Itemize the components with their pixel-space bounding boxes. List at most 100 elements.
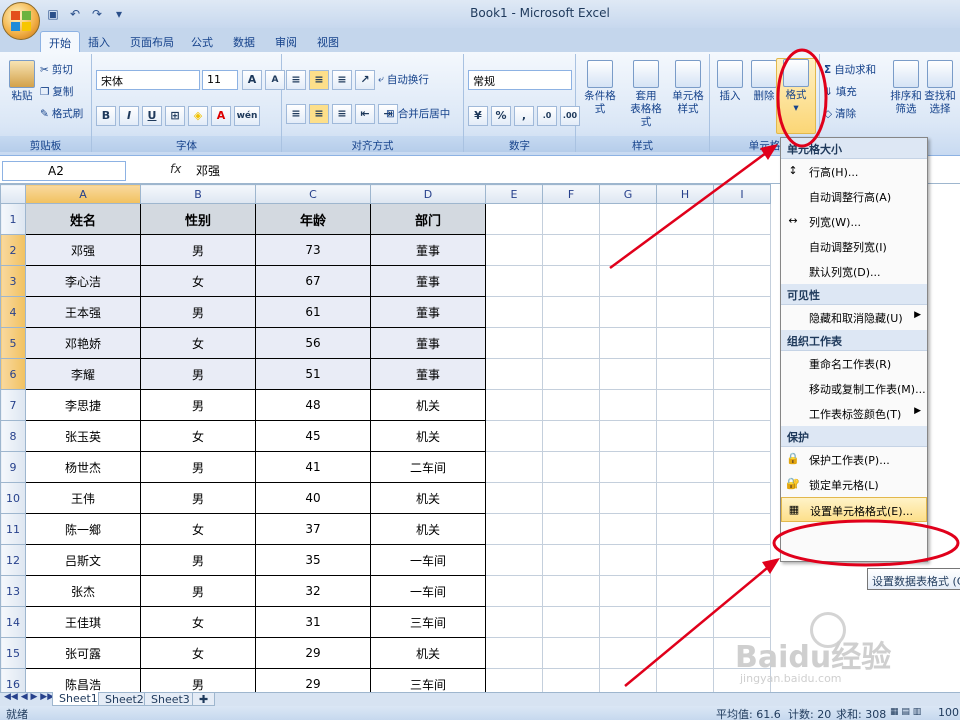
data-cell[interactable]: 邓强 (25, 234, 141, 266)
empty-cell[interactable] (485, 575, 543, 607)
data-cell[interactable]: 56 (255, 327, 371, 359)
data-cell[interactable]: 王本强 (25, 296, 141, 328)
data-cell[interactable]: 35 (255, 544, 371, 576)
tab-view[interactable]: 视图 (309, 31, 347, 52)
empty-cell[interactable] (542, 203, 600, 235)
align-center-icon[interactable]: ≡ (309, 104, 329, 124)
data-cell[interactable]: 李心洁 (25, 265, 141, 297)
empty-cell[interactable] (485, 420, 543, 452)
menu-item-autofit-column[interactable]: 自动调整列宽(I) (781, 234, 927, 259)
empty-cell[interactable] (542, 296, 600, 328)
menu-item-format-cells[interactable]: ▦ 设置单元格格式(E)... (781, 497, 927, 522)
column-header-e[interactable]: E (485, 184, 543, 204)
menu-item-rename-sheet[interactable]: 重命名工作表(R) (781, 351, 927, 376)
align-left-icon[interactable]: ≡ (286, 104, 306, 124)
empty-cell[interactable] (599, 482, 657, 514)
empty-cell[interactable] (599, 451, 657, 483)
empty-cell[interactable] (599, 637, 657, 669)
empty-cell[interactable] (713, 482, 771, 514)
sheet-tab-1[interactable]: Sheet1 (52, 692, 105, 706)
empty-cell[interactable] (713, 451, 771, 483)
menu-item-default-width[interactable]: 默认列宽(D)... (781, 259, 927, 284)
empty-cell[interactable] (656, 482, 714, 514)
empty-cell[interactable] (485, 451, 543, 483)
data-cell[interactable]: 董事 (370, 234, 486, 266)
sheet-nav-icon[interactable]: ◀◀ ◀ ▶ ▶▶ (4, 692, 54, 702)
row-header[interactable]: 12 (0, 544, 26, 576)
empty-cell[interactable] (599, 420, 657, 452)
row-header[interactable]: 7 (0, 389, 26, 421)
column-header-b[interactable]: B (140, 184, 256, 204)
data-cell[interactable]: 男 (140, 544, 256, 576)
format-painter-button[interactable]: ✎ 格式刷 (40, 106, 83, 121)
format-as-table-button[interactable]: 套用 表格格式 (626, 60, 666, 129)
row-header[interactable]: 11 (0, 513, 26, 545)
data-cell[interactable]: 三车间 (370, 606, 486, 638)
empty-cell[interactable] (656, 513, 714, 545)
wrap-text-button[interactable]: ⤶ 自动换行 (378, 72, 429, 87)
header-cell[interactable]: 部门 (370, 203, 486, 235)
data-cell[interactable]: 三车间 (370, 668, 486, 692)
empty-cell[interactable] (542, 358, 600, 390)
empty-cell[interactable] (713, 544, 771, 576)
menu-item-autofit-row[interactable]: 自动调整行高(A) (781, 184, 927, 209)
empty-cell[interactable] (542, 451, 600, 483)
column-header-g[interactable]: G (599, 184, 657, 204)
empty-cell[interactable] (713, 420, 771, 452)
data-cell[interactable]: 机关 (370, 420, 486, 452)
menu-item-lock-cell[interactable]: 🔐 锁定单元格(L) (781, 472, 927, 497)
empty-cell[interactable] (656, 327, 714, 359)
empty-cell[interactable] (485, 389, 543, 421)
empty-cell[interactable] (542, 606, 600, 638)
data-cell[interactable]: 51 (255, 358, 371, 390)
format-cells-button[interactable]: 格式 ▾ (776, 58, 816, 134)
data-cell[interactable]: 67 (255, 265, 371, 297)
function-icon[interactable]: fx (170, 162, 181, 176)
bold-button[interactable]: B (96, 106, 116, 126)
name-box[interactable]: A2 (2, 161, 126, 181)
empty-cell[interactable] (542, 420, 600, 452)
empty-cell[interactable] (485, 234, 543, 266)
empty-cell[interactable] (599, 575, 657, 607)
tab-page-layout[interactable]: 页面布局 (122, 31, 182, 52)
data-cell[interactable]: 机关 (370, 389, 486, 421)
data-cell[interactable]: 32 (255, 575, 371, 607)
empty-cell[interactable] (542, 482, 600, 514)
empty-cell[interactable] (713, 513, 771, 545)
empty-cell[interactable] (485, 265, 543, 297)
data-cell[interactable]: 王佳琪 (25, 606, 141, 638)
number-format-select[interactable]: 常规 (468, 70, 572, 90)
data-cell[interactable]: 李思捷 (25, 389, 141, 421)
font-color-button[interactable]: A (211, 106, 231, 126)
empty-cell[interactable] (599, 234, 657, 266)
empty-cell[interactable] (656, 234, 714, 266)
decrease-indent-icon[interactable]: ⇤ (355, 104, 375, 124)
increase-decimal-icon[interactable]: .0 (537, 106, 557, 126)
cut-button[interactable]: ✂ 剪切 (40, 62, 73, 77)
sheet-tab-2[interactable]: Sheet2 (98, 692, 151, 706)
data-cell[interactable]: 董事 (370, 265, 486, 297)
data-cell[interactable]: 机关 (370, 513, 486, 545)
data-cell[interactable]: 37 (255, 513, 371, 545)
cell-styles-button[interactable]: 单元格 样式 (668, 60, 708, 116)
data-cell[interactable]: 王伟 (25, 482, 141, 514)
data-cell[interactable]: 61 (255, 296, 371, 328)
empty-cell[interactable] (656, 544, 714, 576)
empty-cell[interactable] (599, 296, 657, 328)
data-cell[interactable]: 男 (140, 358, 256, 390)
conditional-format-button[interactable]: 条件格式 (580, 60, 620, 116)
percent-button[interactable]: % (491, 106, 511, 126)
insert-sheet-icon[interactable]: ✚ (192, 692, 216, 706)
empty-cell[interactable] (485, 606, 543, 638)
comma-button[interactable]: , (514, 106, 534, 126)
empty-cell[interactable] (542, 327, 600, 359)
zoom-level[interactable]: 100 (938, 706, 959, 719)
sheet-tab-3[interactable]: Sheet3 (144, 692, 197, 706)
empty-cell[interactable] (713, 575, 771, 607)
data-cell[interactable]: 董事 (370, 327, 486, 359)
data-cell[interactable]: 董事 (370, 296, 486, 328)
empty-cell[interactable] (656, 296, 714, 328)
data-cell[interactable]: 29 (255, 637, 371, 669)
empty-cell[interactable] (599, 203, 657, 235)
data-cell[interactable]: 吕斯文 (25, 544, 141, 576)
